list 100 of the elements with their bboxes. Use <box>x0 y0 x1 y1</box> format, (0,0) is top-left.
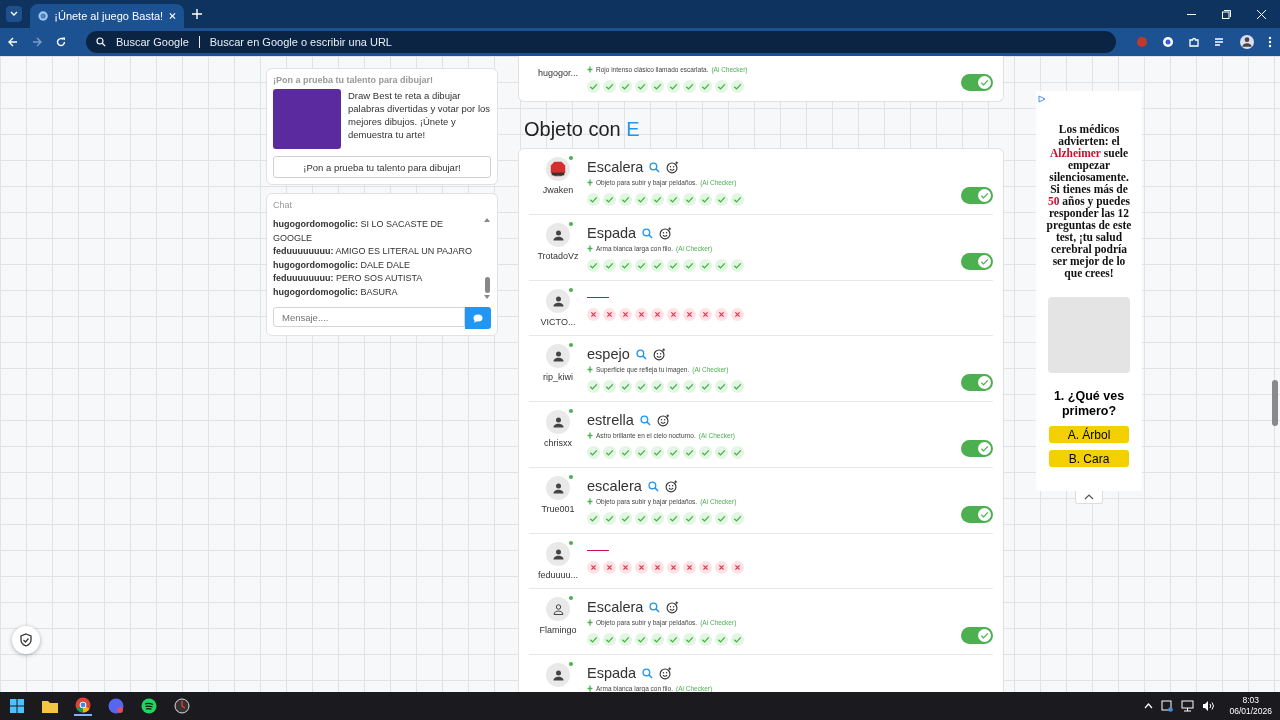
cross-icon[interactable] <box>699 308 712 321</box>
check-icon[interactable] <box>587 259 600 272</box>
check-icon[interactable] <box>683 193 696 206</box>
new-tab-icon[interactable] <box>192 9 202 19</box>
privacy-button[interactable] <box>12 626 40 654</box>
check-icon[interactable] <box>699 259 712 272</box>
check-icon[interactable] <box>731 259 744 272</box>
message-input[interactable]: Mensaje.... <box>273 307 465 327</box>
check-icon[interactable] <box>619 512 632 525</box>
browser-app-icon[interactable] <box>74 696 92 716</box>
page-scrollbar[interactable] <box>1272 380 1278 426</box>
scrollbar-thumb[interactable] <box>484 277 490 293</box>
promo-button[interactable]: ¡Pon a prueba tu talento para dibujar! <box>273 156 491 178</box>
check-icon[interactable] <box>651 193 664 206</box>
smiley-plus-icon[interactable] <box>652 347 666 361</box>
check-icon[interactable] <box>715 633 728 646</box>
check-icon[interactable] <box>635 380 648 393</box>
search-icon[interactable] <box>639 414 651 426</box>
cross-icon[interactable] <box>619 308 632 321</box>
check-icon[interactable] <box>635 80 648 93</box>
volume-icon[interactable] <box>1202 700 1216 712</box>
check-icon[interactable] <box>587 512 600 525</box>
check-icon[interactable] <box>715 380 728 393</box>
check-icon[interactable] <box>587 80 600 93</box>
cross-icon[interactable] <box>699 561 712 574</box>
check-icon[interactable] <box>603 512 616 525</box>
cross-icon[interactable] <box>667 308 680 321</box>
check-icon[interactable] <box>699 80 712 93</box>
smiley-plus-icon[interactable] <box>664 479 678 493</box>
toggle-switch[interactable] <box>961 506 993 523</box>
send-button[interactable] <box>465 307 491 329</box>
cross-icon[interactable] <box>619 561 632 574</box>
caret-icon[interactable] <box>1144 703 1154 709</box>
check-icon[interactable] <box>619 80 632 93</box>
scroll-up-icon[interactable] <box>484 218 490 222</box>
check-icon[interactable] <box>619 633 632 646</box>
search-icon[interactable] <box>635 348 647 360</box>
check-icon[interactable] <box>619 446 632 459</box>
cross-icon[interactable] <box>683 308 696 321</box>
media-icon[interactable] <box>1214 36 1226 48</box>
toggle-switch[interactable] <box>961 440 993 457</box>
check-icon[interactable] <box>731 380 744 393</box>
chat-app-icon[interactable] <box>107 697 125 715</box>
toggle-switch[interactable] <box>961 627 993 644</box>
check-icon[interactable] <box>667 512 680 525</box>
search-icon[interactable] <box>647 480 659 492</box>
check-icon[interactable] <box>731 446 744 459</box>
cross-icon[interactable] <box>715 308 728 321</box>
puzzle-icon[interactable] <box>1188 36 1200 48</box>
search-icon[interactable] <box>642 227 654 239</box>
check-icon[interactable] <box>603 80 616 93</box>
quiz-option[interactable]: A. Árbol <box>1049 426 1129 443</box>
check-icon[interactable] <box>683 80 696 93</box>
app-icon[interactable] <box>173 697 191 715</box>
check-icon[interactable] <box>635 193 648 206</box>
check-icon[interactable] <box>603 633 616 646</box>
back-icon[interactable] <box>8 37 18 47</box>
check-icon[interactable] <box>635 633 648 646</box>
restore-icon[interactable] <box>1222 9 1231 19</box>
clock-time[interactable]: 8:03 <box>1242 695 1259 706</box>
smiley-plus-icon[interactable] <box>666 600 680 614</box>
check-icon[interactable] <box>587 193 600 206</box>
check-icon[interactable] <box>651 633 664 646</box>
music-app-icon[interactable] <box>140 697 158 715</box>
check-icon[interactable] <box>651 446 664 459</box>
cross-icon[interactable] <box>635 308 648 321</box>
clock-date[interactable]: 06/01/2026 <box>1229 706 1272 717</box>
close-icon[interactable] <box>1257 9 1266 19</box>
check-icon[interactable] <box>715 259 728 272</box>
quiz-option[interactable]: B. Cara <box>1049 450 1129 467</box>
check-icon[interactable] <box>667 193 680 206</box>
check-icon[interactable] <box>587 380 600 393</box>
check-icon[interactable] <box>715 193 728 206</box>
toggle-switch[interactable] <box>961 187 993 204</box>
check-icon[interactable] <box>683 380 696 393</box>
url-input[interactable]: Buscar en Google o escribir una URL <box>209 36 510 48</box>
cross-icon[interactable] <box>667 561 680 574</box>
check-icon[interactable] <box>683 512 696 525</box>
cross-icon[interactable] <box>587 308 600 321</box>
check-icon[interactable] <box>699 633 712 646</box>
check-icon[interactable] <box>603 446 616 459</box>
check-icon[interactable] <box>651 259 664 272</box>
check-icon[interactable] <box>699 512 712 525</box>
profile-avatar[interactable] <box>1240 35 1254 49</box>
cross-icon[interactable] <box>651 561 664 574</box>
cross-icon[interactable] <box>731 561 744 574</box>
cross-icon[interactable] <box>651 308 664 321</box>
check-icon[interactable] <box>715 446 728 459</box>
cross-icon[interactable] <box>587 561 600 574</box>
check-icon[interactable] <box>587 446 600 459</box>
toggle-switch[interactable] <box>961 74 993 91</box>
cross-icon[interactable] <box>715 561 728 574</box>
check-icon[interactable] <box>683 446 696 459</box>
start-icon[interactable] <box>8 697 26 715</box>
check-icon[interactable] <box>715 80 728 93</box>
smiley-plus-icon[interactable] <box>659 666 673 680</box>
smiley-plus-icon[interactable] <box>659 226 673 240</box>
cross-icon[interactable] <box>603 561 616 574</box>
cross-icon[interactable] <box>635 561 648 574</box>
check-icon[interactable] <box>667 80 680 93</box>
